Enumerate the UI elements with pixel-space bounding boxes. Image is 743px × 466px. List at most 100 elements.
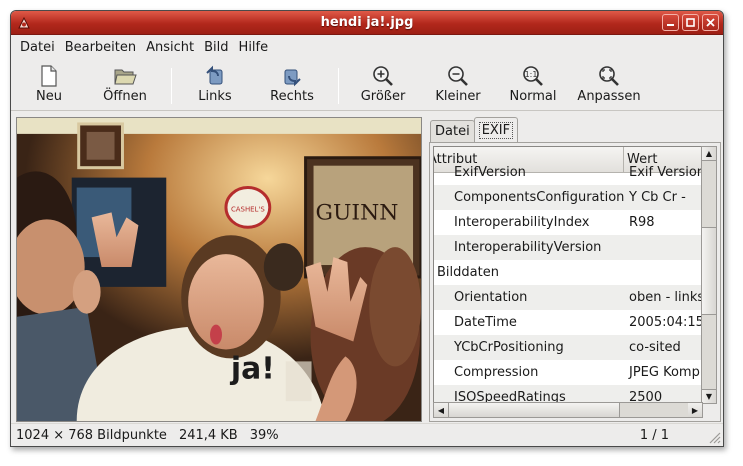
image-viewer-window: hendi ja!.jpg Datei Bearbeiten Ansicht B…: [10, 10, 724, 447]
row-value: oben - links: [629, 290, 702, 305]
title-bar[interactable]: hendi ja!.jpg: [11, 11, 723, 35]
zoom-normal-label: Normal: [509, 89, 557, 104]
rotate-right-label: Rechts: [270, 89, 314, 104]
exif-table[interactable]: Attribut Wert ExifVersionExif Version Co…: [433, 146, 703, 418]
open-button[interactable]: Öffnen: [85, 62, 165, 108]
menu-datei[interactable]: Datei: [15, 40, 60, 55]
row-attribute: YCbCrPositioning: [454, 340, 564, 355]
row-attribute: Orientation: [454, 290, 528, 305]
row-value: R98: [629, 215, 655, 230]
photo-image: GUINN CASHEL'S ja!: [17, 118, 421, 421]
horizontal-scrollbar[interactable]: ◀ ▶: [433, 402, 703, 418]
status-dimensions: 1024 × 768 Bildpunkte: [16, 427, 167, 443]
close-icon: [706, 18, 715, 27]
scroll-right-arrow[interactable]: ▶: [688, 403, 702, 417]
rotate-left-button[interactable]: Links: [178, 62, 252, 108]
window-title: hendi ja!.jpg: [320, 15, 414, 30]
zoom-out-label: Kleiner: [435, 89, 481, 104]
zoom-out-icon: [448, 66, 468, 86]
zoom-in-button[interactable]: Größer: [345, 62, 421, 108]
folder-open-icon: [114, 69, 137, 85]
minimize-button[interactable]: [662, 14, 679, 31]
zoom-fit-button[interactable]: Anpassen: [571, 62, 647, 108]
status-file-size: 241,4 KB: [178, 427, 238, 443]
rotate-right-button[interactable]: Rechts: [252, 62, 332, 108]
table-row[interactable]: Compression JPEG Kompr: [434, 360, 702, 385]
image-view[interactable]: GUINN CASHEL'S ja!: [16, 117, 422, 422]
scroll-up-arrow[interactable]: ▲: [702, 147, 716, 161]
rotate-left-label: Links: [198, 89, 232, 104]
row-attribute: ExifVersion: [454, 165, 526, 180]
vertical-scroll-thumb[interactable]: [702, 227, 716, 315]
status-page-count: 1 / 1: [639, 427, 669, 443]
zoom-in-label: Größer: [360, 89, 406, 104]
table-row[interactable]: InteroperabilityIndex R98: [434, 210, 702, 235]
menu-bild[interactable]: Bild: [199, 40, 233, 55]
vertical-scrollbar[interactable]: ▲ ▼: [701, 146, 717, 404]
row-attribute: Compression: [454, 365, 539, 380]
menu-ansicht[interactable]: Ansicht: [141, 40, 199, 55]
new-document-icon: [41, 65, 57, 87]
zoom-fit-label: Anpassen: [577, 89, 641, 104]
info-tabs: Datei EXIF: [429, 117, 721, 142]
chevron-left-icon: ◀: [437, 405, 445, 415]
zoom-out-button[interactable]: Kleiner: [421, 62, 495, 108]
chevron-right-icon: ▶: [691, 405, 699, 415]
new-button[interactable]: Neu: [13, 62, 85, 108]
row-attribute: ComponentsConfiguration: [454, 190, 624, 205]
table-row[interactable]: InteroperabilityVersion: [434, 235, 702, 260]
new-label: Neu: [36, 89, 62, 104]
info-panel: Datei EXIF Attribut Wert ExifVersionExif…: [429, 117, 721, 422]
row-value: 2005:04:15: [629, 315, 702, 330]
table-row[interactable]: ExifVersion Exif Version: [434, 160, 702, 185]
chevron-down-icon: ▼: [705, 392, 713, 401]
row-attribute: InteroperabilityIndex: [454, 215, 590, 230]
resize-grip-icon[interactable]: [707, 430, 721, 444]
tab-exif[interactable]: EXIF: [473, 117, 519, 142]
rotate-left-icon: [206, 65, 223, 85]
minimize-icon: [667, 24, 674, 26]
sign-text: CASHEL'S: [231, 205, 265, 213]
shirt-text: ja!: [230, 351, 275, 386]
exif-panel: Attribut Wert ExifVersionExif Version Co…: [429, 142, 721, 422]
row-value: JPEG Kompr: [629, 365, 702, 380]
tab-datei[interactable]: Datei: [430, 120, 475, 142]
status-bar: 1024 × 768 Bildpunkte 241,4 KB 39% 1 / 1: [11, 423, 723, 446]
row-value: Y Cb Cr -: [629, 190, 686, 205]
horizontal-scroll-thumb[interactable]: [448, 403, 620, 417]
table-group-row[interactable]: Bilddaten: [434, 260, 702, 285]
chevron-up-icon: ▲: [705, 149, 713, 158]
tab-exif-label: EXIF: [478, 121, 514, 139]
toolbar-separator: [338, 68, 339, 104]
menu-hilfe[interactable]: Hilfe: [234, 40, 274, 55]
mirror-text: GUINN: [316, 200, 399, 225]
open-label: Öffnen: [103, 89, 147, 104]
table-row[interactable]: Orientation oben - links: [434, 285, 702, 310]
status-zoom: 39%: [249, 427, 279, 443]
table-row[interactable]: YCbCrPositioning co-sited: [434, 335, 702, 360]
zoom-normal-button[interactable]: 1:1 Normal: [495, 62, 571, 108]
toolbar: Neu Öffnen Links Rechts Größer Kleiner 1…: [11, 59, 723, 111]
group-label: Bilddaten: [437, 265, 499, 280]
scroll-left-arrow[interactable]: ◀: [434, 403, 448, 417]
menu-bar: Datei Bearbeiten Ansicht Bild Hilfe: [11, 35, 723, 59]
row-value: Exif Version: [629, 165, 702, 180]
scroll-down-arrow[interactable]: ▼: [702, 389, 716, 403]
close-button[interactable]: [702, 14, 719, 31]
row-value: co-sited: [629, 340, 681, 355]
table-row[interactable]: ComponentsConfiguration Y Cb Cr -: [434, 185, 702, 210]
exif-rows: ExifVersion Exif Version ComponentsConfig…: [434, 160, 702, 410]
table-row[interactable]: DateTime 2005:04:15: [434, 310, 702, 335]
maximize-button[interactable]: [682, 14, 699, 31]
zoom-fit-icon: [599, 66, 619, 86]
zoom-original-icon: 1:1: [523, 66, 543, 86]
menu-bearbeiten[interactable]: Bearbeiten: [60, 40, 141, 55]
maximize-icon: [686, 18, 695, 27]
toolbar-separator: [171, 68, 172, 104]
svg-text:1:1: 1:1: [525, 70, 538, 79]
zoom-in-icon: [373, 66, 393, 86]
tab-datei-label: Datei: [435, 124, 470, 139]
row-attribute: DateTime: [454, 315, 517, 330]
row-attribute: InteroperabilityVersion: [454, 240, 602, 255]
rotate-right-icon: [284, 69, 301, 87]
